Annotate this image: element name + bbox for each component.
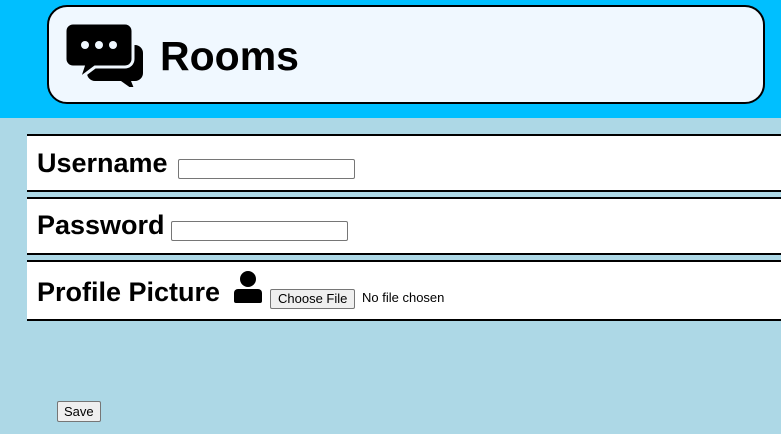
title-card: Rooms: [47, 5, 765, 104]
header-bar: Rooms: [0, 0, 781, 118]
password-row: Password: [27, 197, 781, 255]
password-input[interactable]: [171, 221, 348, 241]
user-icon: [234, 271, 262, 303]
username-input[interactable]: [178, 159, 355, 179]
profile-picture-row: Profile Picture Choose File No file chos…: [27, 260, 781, 321]
save-button[interactable]: Save: [57, 401, 101, 422]
username-row: Username: [27, 134, 781, 192]
profile-picture-label: Profile Picture: [37, 277, 221, 307]
choose-file-button[interactable]: Choose File: [270, 289, 356, 309]
password-label: Password: [37, 210, 165, 240]
file-status-text: No file chosen: [362, 290, 445, 305]
username-label: Username: [37, 148, 168, 178]
comments-icon: [65, 23, 143, 87]
page-title: Rooms: [160, 33, 299, 79]
